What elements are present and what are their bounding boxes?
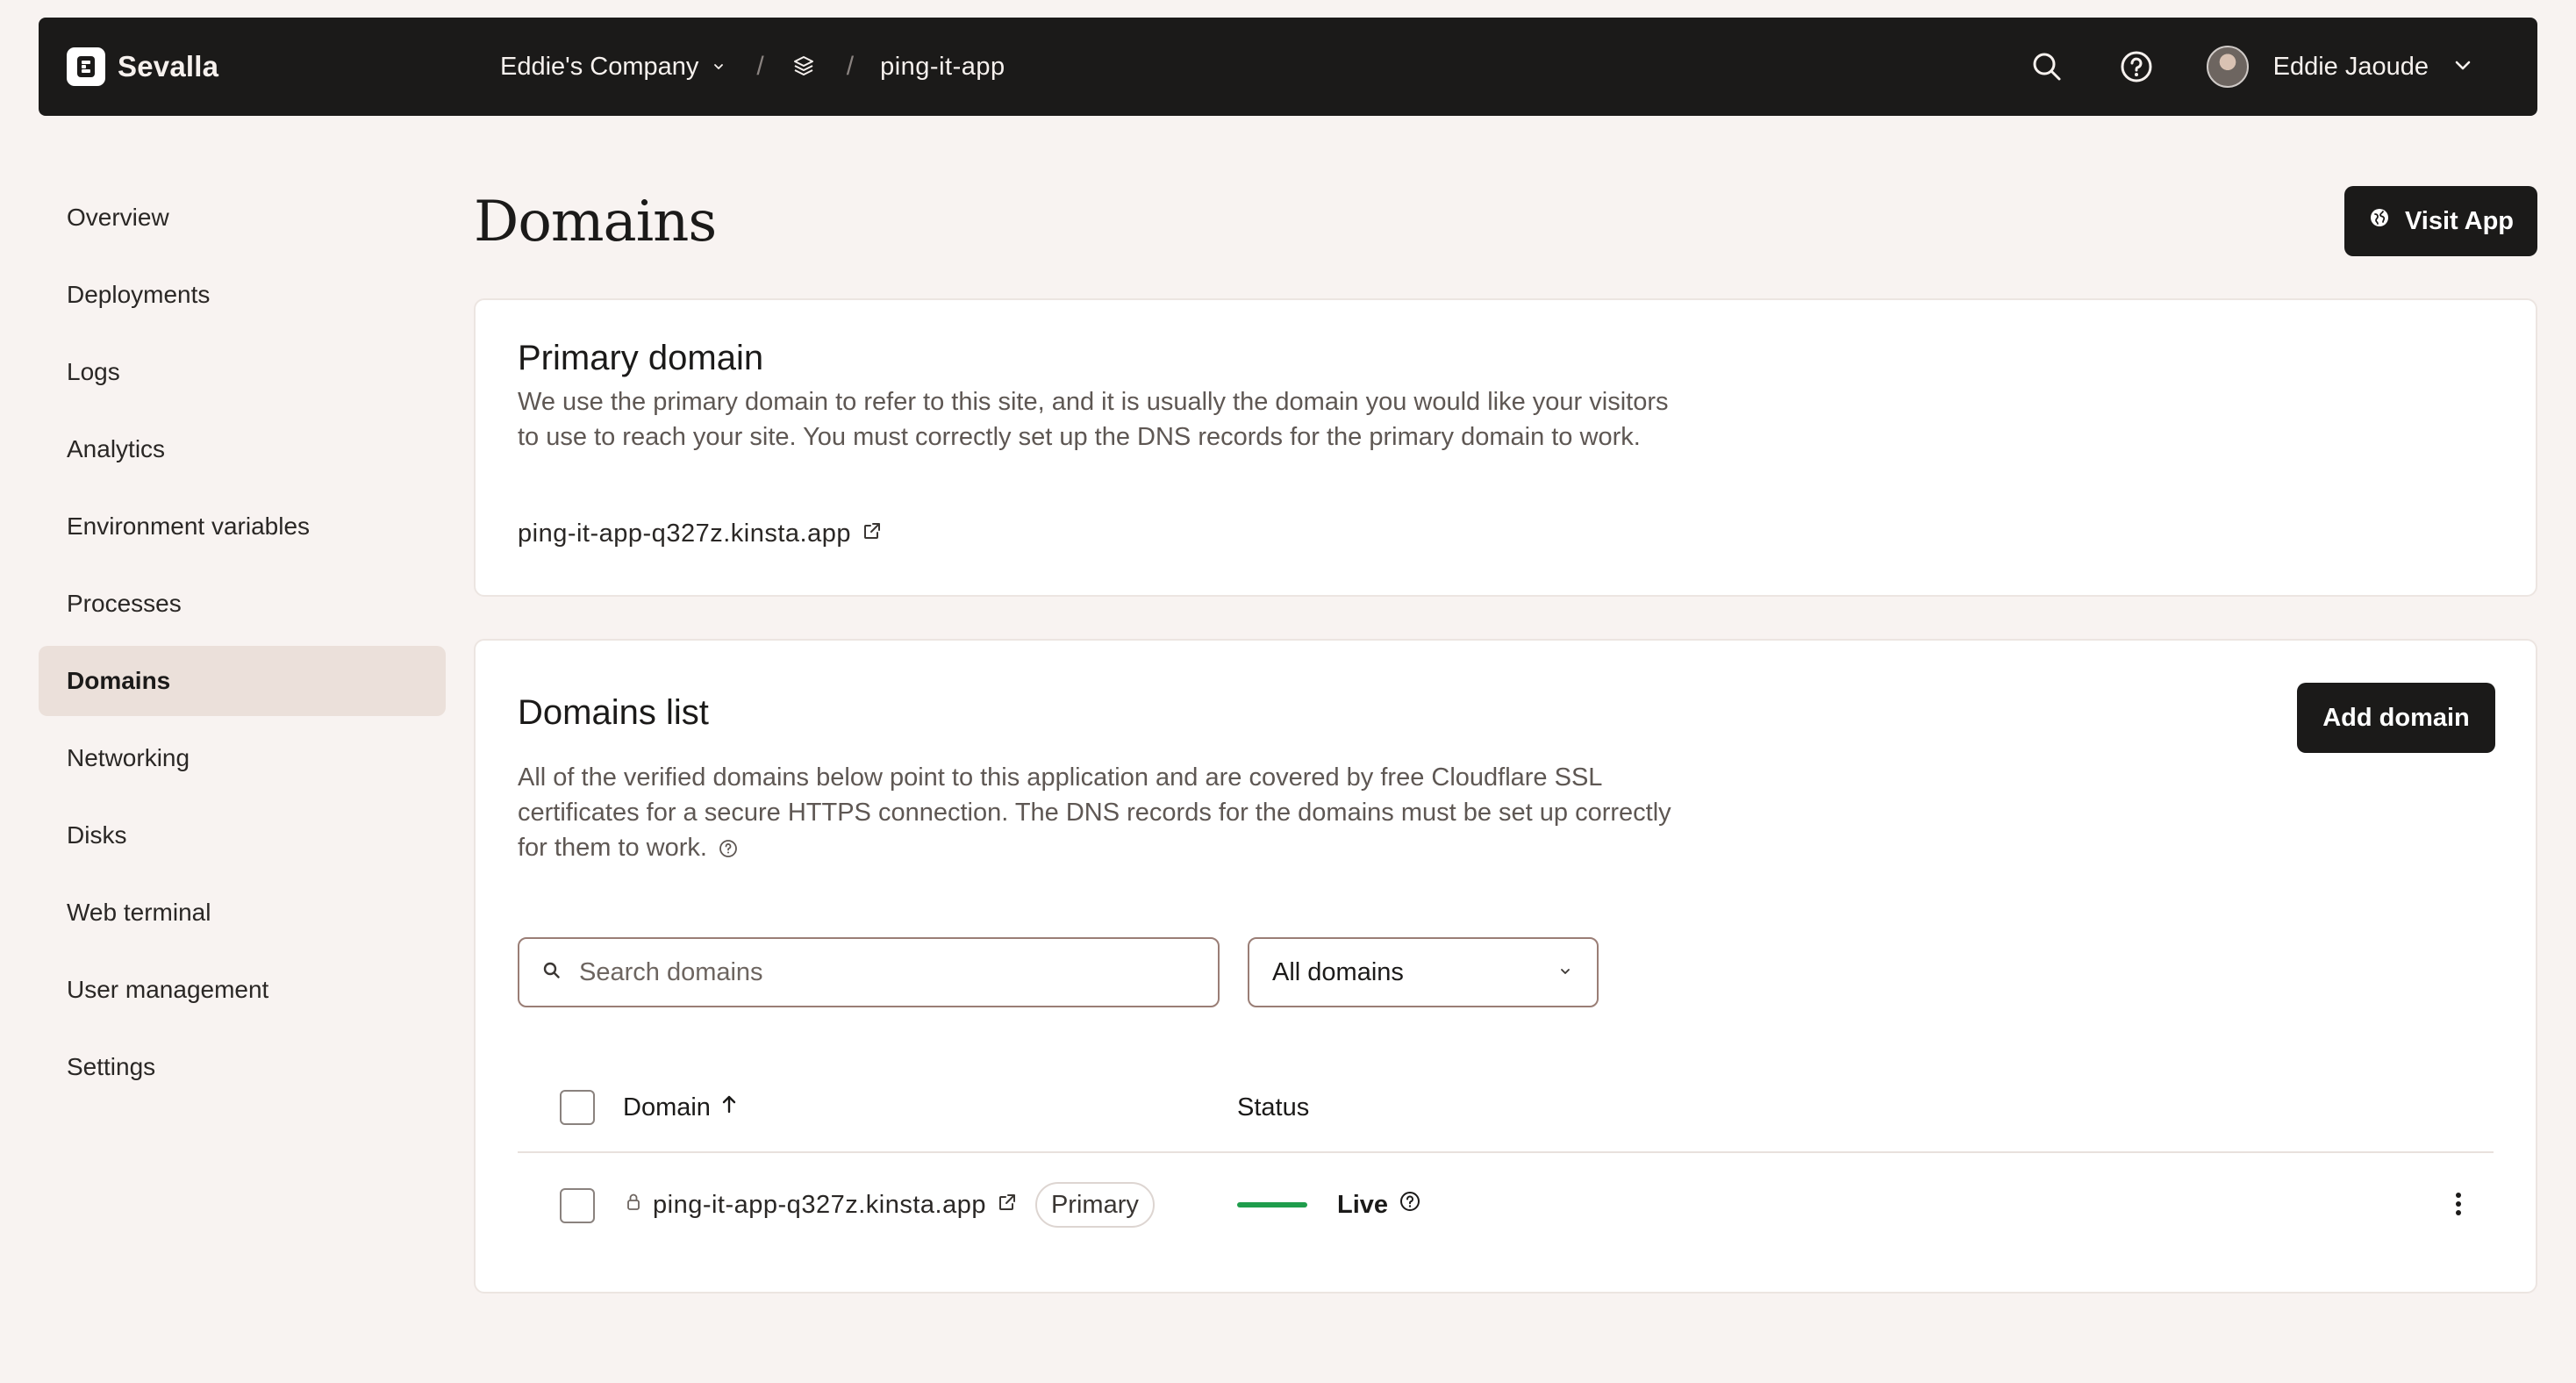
sidebar-item-environment-variables[interactable]: Environment variables [39, 491, 446, 562]
breadcrumb-app-name[interactable]: ping-it-app [880, 53, 1005, 82]
apps-stack-icon[interactable] [791, 54, 817, 80]
sidebar-item-networking[interactable]: Networking [39, 723, 446, 793]
search-domains-input[interactable] [579, 957, 1193, 987]
breadcrumb-separator: / [846, 52, 855, 81]
row-checkbox[interactable] [560, 1188, 595, 1223]
brand-name: Sevalla [118, 50, 219, 82]
domain-cell: ping-it-app-q327z.kinsta.app Primary [625, 1153, 1155, 1257]
sidebar-item-overview[interactable]: Overview [39, 183, 446, 253]
external-link-icon [862, 520, 883, 548]
status-column-label: Status [1237, 1093, 1310, 1121]
search-icon [542, 961, 562, 985]
live-status-indicator [1237, 1202, 1307, 1207]
brand[interactable]: Sevalla [67, 18, 218, 116]
sidebar-item-label: Processes [67, 590, 182, 617]
chevron-down-icon[interactable] [2451, 54, 2474, 81]
add-domain-label: Add domain [2322, 703, 2470, 732]
sidebar-item-label: Settings [67, 1053, 156, 1080]
search-icon[interactable] [2028, 47, 2066, 86]
primary-domain-link[interactable]: ping-it-app-q327z.kinsta.app [518, 520, 883, 548]
top-navigation-bar: Sevalla Eddie's Company / / ping-it-app … [39, 18, 2537, 116]
primary-badge: Primary [1034, 1182, 1155, 1228]
status-column-header: Status [1237, 1062, 1309, 1153]
avatar[interactable] [2206, 46, 2249, 88]
breadcrumb-separator: / [756, 52, 764, 81]
chevron-down-icon [711, 53, 726, 82]
sidebar-item-settings[interactable]: Settings [39, 1032, 446, 1102]
primary-domain-description: We use the primary domain to refer to th… [518, 388, 1669, 451]
help-icon[interactable] [718, 838, 739, 859]
sidebar-item-label: Networking [67, 744, 190, 771]
sidebar-item-label: Web terminal [67, 899, 211, 926]
company-switcher[interactable]: Eddie's Company [500, 53, 726, 82]
domains-list-description-text: All of the verified domains below point … [518, 763, 1671, 862]
sidebar-item-disks[interactable]: Disks [39, 800, 446, 871]
globe-icon [2368, 206, 2391, 236]
sidebar-item-logs[interactable]: Logs [39, 337, 446, 407]
domain-link[interactable]: ping-it-app-q327z.kinsta.app [653, 1191, 986, 1220]
sidebar-item-user-management[interactable]: User management [39, 955, 446, 1025]
lock-icon [625, 1191, 642, 1220]
sidebar-item-label: Deployments [67, 281, 211, 308]
sidebar-item-label: Domains [67, 667, 171, 694]
header-actions: Eddie Jaoude [2028, 18, 2474, 116]
company-name: Eddie's Company [500, 52, 699, 81]
help-icon[interactable] [2117, 47, 2156, 86]
domain-column-header[interactable]: Domain [623, 1062, 739, 1153]
domains-list-description: All of the verified domains below point … [518, 760, 1693, 865]
sidebar-item-analytics[interactable]: Analytics [39, 414, 446, 484]
domain-column-label: Domain [623, 1093, 711, 1121]
sidebar-item-web-terminal[interactable]: Web terminal [39, 878, 446, 948]
user-name[interactable]: Eddie Jaoude [2273, 53, 2429, 82]
sidebar-item-label: Disks [67, 821, 127, 849]
sidebar-item-label: Environment variables [67, 512, 311, 540]
visit-app-button[interactable]: Visit App [2344, 186, 2537, 256]
table-row: ping-it-app-q327z.kinsta.app Primary Liv… [518, 1153, 2494, 1257]
row-actions-menu-icon[interactable] [2439, 1185, 2478, 1223]
domains-list-title: Domains list [518, 693, 709, 732]
primary-domain-value: ping-it-app-q327z.kinsta.app [518, 520, 851, 548]
add-domain-button[interactable]: Add domain [2297, 683, 2495, 753]
primary-domain-card: Primary domain We use the primary domain… [474, 298, 2537, 597]
sidebar-item-label: Analytics [67, 435, 166, 462]
search-domains-field[interactable] [518, 937, 1220, 1007]
status-label: Live [1337, 1190, 1389, 1219]
help-icon[interactable] [1399, 1190, 1421, 1220]
primary-domain-title: Primary domain [518, 339, 764, 377]
sevalla-logo-icon [67, 47, 105, 86]
visit-app-label: Visit App [2404, 206, 2515, 235]
sidebar-item-label: Logs [67, 358, 120, 385]
status-cell: Live [1237, 1153, 1421, 1257]
sort-ascending-icon [719, 1093, 739, 1122]
chevron-down-icon [1556, 958, 1574, 987]
sidebar-item-label: User management [67, 976, 269, 1003]
domain-filter-select[interactable]: All domains [1248, 937, 1599, 1007]
select-all-checkbox[interactable] [560, 1090, 595, 1125]
external-link-icon[interactable] [997, 1191, 1018, 1220]
page-title: Domains [474, 190, 717, 254]
sidebar-item-processes[interactable]: Processes [39, 569, 446, 639]
sidebar: Overview Deployments Logs Analytics Envi… [39, 183, 446, 1109]
domain-filter-value: All domains [1272, 957, 1404, 986]
domains-list-card: Domains list Add domain All of the verif… [474, 639, 2537, 1293]
sidebar-item-domains[interactable]: Domains [39, 646, 446, 716]
sidebar-item-deployments[interactable]: Deployments [39, 260, 446, 330]
sidebar-item-label: Overview [67, 204, 169, 231]
breadcrumb: Eddie's Company / / ping-it-app [500, 18, 1005, 116]
domains-table-header: Domain Status [518, 1062, 2494, 1153]
